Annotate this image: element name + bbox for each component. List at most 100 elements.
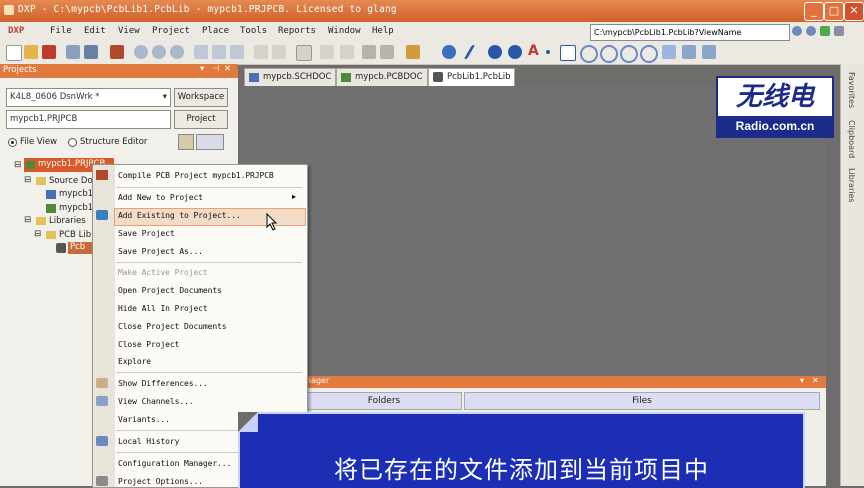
- project-tool-icon[interactable]: [178, 134, 194, 150]
- tree-source-docs[interactable]: Source Do: [49, 176, 93, 186]
- menu-item-close-project[interactable]: Close Project: [118, 340, 179, 349]
- menu-item-explore[interactable]: Explore: [118, 357, 151, 366]
- menu-item-save-project[interactable]: Save Project: [118, 229, 175, 238]
- panel-menu-icon[interactable]: ▾: [200, 64, 204, 74]
- col-files[interactable]: Files: [464, 392, 820, 410]
- col-folders[interactable]: Folders: [306, 392, 462, 410]
- preview-icon[interactable]: [84, 45, 98, 59]
- tab-mypcb-pcbdoc[interactable]: mypcb.PCBDOC: [336, 68, 428, 87]
- new-document-icon[interactable]: [6, 45, 22, 61]
- tree-doc2[interactable]: mypcb1: [59, 203, 93, 213]
- print-icon[interactable]: [66, 45, 80, 59]
- undo-icon[interactable]: [362, 45, 376, 59]
- fill-icon[interactable]: [560, 45, 576, 61]
- radio-structure-editor[interactable]: [68, 138, 77, 147]
- menu-reports[interactable]: Reports: [278, 26, 316, 36]
- workspace-combo[interactable]: K4L8_0606 DsnWrk * ▾: [6, 88, 171, 107]
- project-button[interactable]: Project: [174, 110, 228, 129]
- color-icon[interactable]: [406, 45, 420, 59]
- cut-icon[interactable]: [194, 45, 208, 59]
- cross-icon[interactable]: [320, 45, 334, 59]
- line-icon[interactable]: [463, 45, 476, 59]
- menu-item-add-new[interactable]: Add New to Project: [118, 193, 203, 202]
- zoom-in-icon[interactable]: [134, 45, 148, 59]
- panel-menu-icon[interactable]: ▾: [800, 376, 804, 385]
- copy-icon[interactable]: [212, 45, 226, 59]
- menu-edit[interactable]: Edit: [84, 26, 106, 36]
- zoom-fit-icon[interactable]: [170, 45, 184, 59]
- close-button[interactable]: ✕: [844, 2, 864, 21]
- menu-item-local-history[interactable]: Local History: [118, 437, 179, 446]
- project-combo[interactable]: mypcb1.PRJPCB: [6, 110, 171, 129]
- tree-lib-item[interactable]: Pcb: [68, 242, 94, 254]
- arc-center-icon[interactable]: [600, 45, 618, 63]
- pad-icon[interactable]: [488, 45, 502, 59]
- path-input[interactable]: C:\mypcb\PcbLib1.PcbLib?ViewName: [590, 24, 790, 41]
- menu-item-project-options[interactable]: Project Options...: [118, 477, 203, 486]
- dot-icon[interactable]: [546, 50, 550, 54]
- select-icon[interactable]: [254, 45, 268, 59]
- open-folder-icon[interactable]: [24, 45, 38, 59]
- menu-help[interactable]: Help: [372, 26, 394, 36]
- zoom-out-icon[interactable]: [152, 45, 166, 59]
- project-options-icon[interactable]: [196, 134, 224, 150]
- back-icon[interactable]: [792, 26, 802, 36]
- tree-collapse-icon[interactable]: ⊟: [14, 160, 21, 170]
- favorites-icon[interactable]: [834, 26, 844, 36]
- menu-item-save-project-as[interactable]: Save Project As...: [118, 247, 203, 256]
- via-icon[interactable]: [508, 45, 522, 59]
- maximize-button[interactable]: □: [824, 2, 844, 21]
- sidebar-tab-libraries[interactable]: Libraries: [847, 168, 856, 203]
- panel-close-icon[interactable]: ✕: [812, 376, 819, 385]
- text-tool-icon[interactable]: A: [528, 43, 539, 59]
- deselect-icon[interactable]: [340, 45, 354, 59]
- menu-item-make-active[interactable]: Make Active Project: [118, 268, 208, 277]
- menu-project[interactable]: Project: [152, 26, 190, 36]
- tree-collapse-icon[interactable]: ⊟: [24, 215, 31, 225]
- panel-close-icon[interactable]: ✕: [224, 64, 231, 74]
- tree-pcb-lib[interactable]: PCB Lib: [59, 230, 91, 240]
- menu-item-compile[interactable]: Compile PCB Project mypcb1.PRJPCB: [118, 171, 274, 180]
- help-icon[interactable]: [442, 45, 456, 59]
- menu-file[interactable]: File: [50, 26, 72, 36]
- menu-item-add-existing[interactable]: Add Existing to Project...: [118, 211, 241, 220]
- menu-item-view-channels[interactable]: View Channels...: [118, 397, 194, 406]
- save-icon[interactable]: [42, 45, 56, 59]
- menu-tools[interactable]: Tools: [240, 26, 267, 36]
- tree-libraries[interactable]: Libraries: [49, 216, 86, 226]
- menu-window[interactable]: Window: [328, 26, 361, 36]
- rectangle-fill-icon[interactable]: [662, 45, 676, 59]
- sidebar-tab-clipboard[interactable]: Clipboard: [847, 120, 856, 158]
- home-icon[interactable]: [820, 26, 830, 36]
- menu-place[interactable]: Place: [202, 26, 229, 36]
- rectangle-select-icon[interactable]: [296, 45, 312, 61]
- radio-file-view[interactable]: [8, 138, 17, 147]
- menu-item-variants[interactable]: Variants...: [118, 415, 170, 424]
- menu-item-configuration-manager[interactable]: Configuration Manager...: [118, 459, 231, 468]
- menu-item-hide-all[interactable]: Hide All In Project: [118, 304, 208, 313]
- full-circle-icon[interactable]: [640, 45, 658, 63]
- menu-item-open-docs[interactable]: Open Project Documents: [118, 286, 222, 295]
- tree-collapse-icon[interactable]: ⊟: [24, 175, 31, 185]
- sidebar-tab-favorites[interactable]: Favorites: [847, 72, 856, 108]
- tab-mypcb-schdoc[interactable]: mypcb.SCHDOC: [244, 68, 337, 87]
- polygon-icon[interactable]: [682, 45, 696, 59]
- move-icon[interactable]: [272, 45, 286, 59]
- menu-view[interactable]: View: [118, 26, 140, 36]
- tree-doc1[interactable]: mypcb1: [59, 189, 93, 199]
- panel-pin-icon[interactable]: ⊣: [212, 64, 219, 74]
- forward-icon[interactable]: [806, 26, 816, 36]
- tab-pcblib[interactable]: PcbLib1.PcbLib: [428, 68, 516, 87]
- redo-icon[interactable]: [380, 45, 394, 59]
- paste-icon[interactable]: [230, 45, 244, 59]
- menu-item-close-docs[interactable]: Close Project Documents: [118, 322, 227, 331]
- tree-collapse-icon[interactable]: ⊟: [34, 229, 41, 239]
- arc-edge-icon[interactable]: [620, 45, 638, 63]
- array-paste-icon[interactable]: [702, 45, 716, 59]
- menu-dxp[interactable]: DXP: [8, 26, 24, 36]
- menu-item-show-differences[interactable]: Show Differences...: [118, 379, 208, 388]
- compile-icon[interactable]: [110, 45, 124, 59]
- minimize-button[interactable]: _: [804, 2, 824, 21]
- workspace-button[interactable]: Workspace: [174, 88, 228, 107]
- arc-icon[interactable]: [580, 45, 598, 63]
